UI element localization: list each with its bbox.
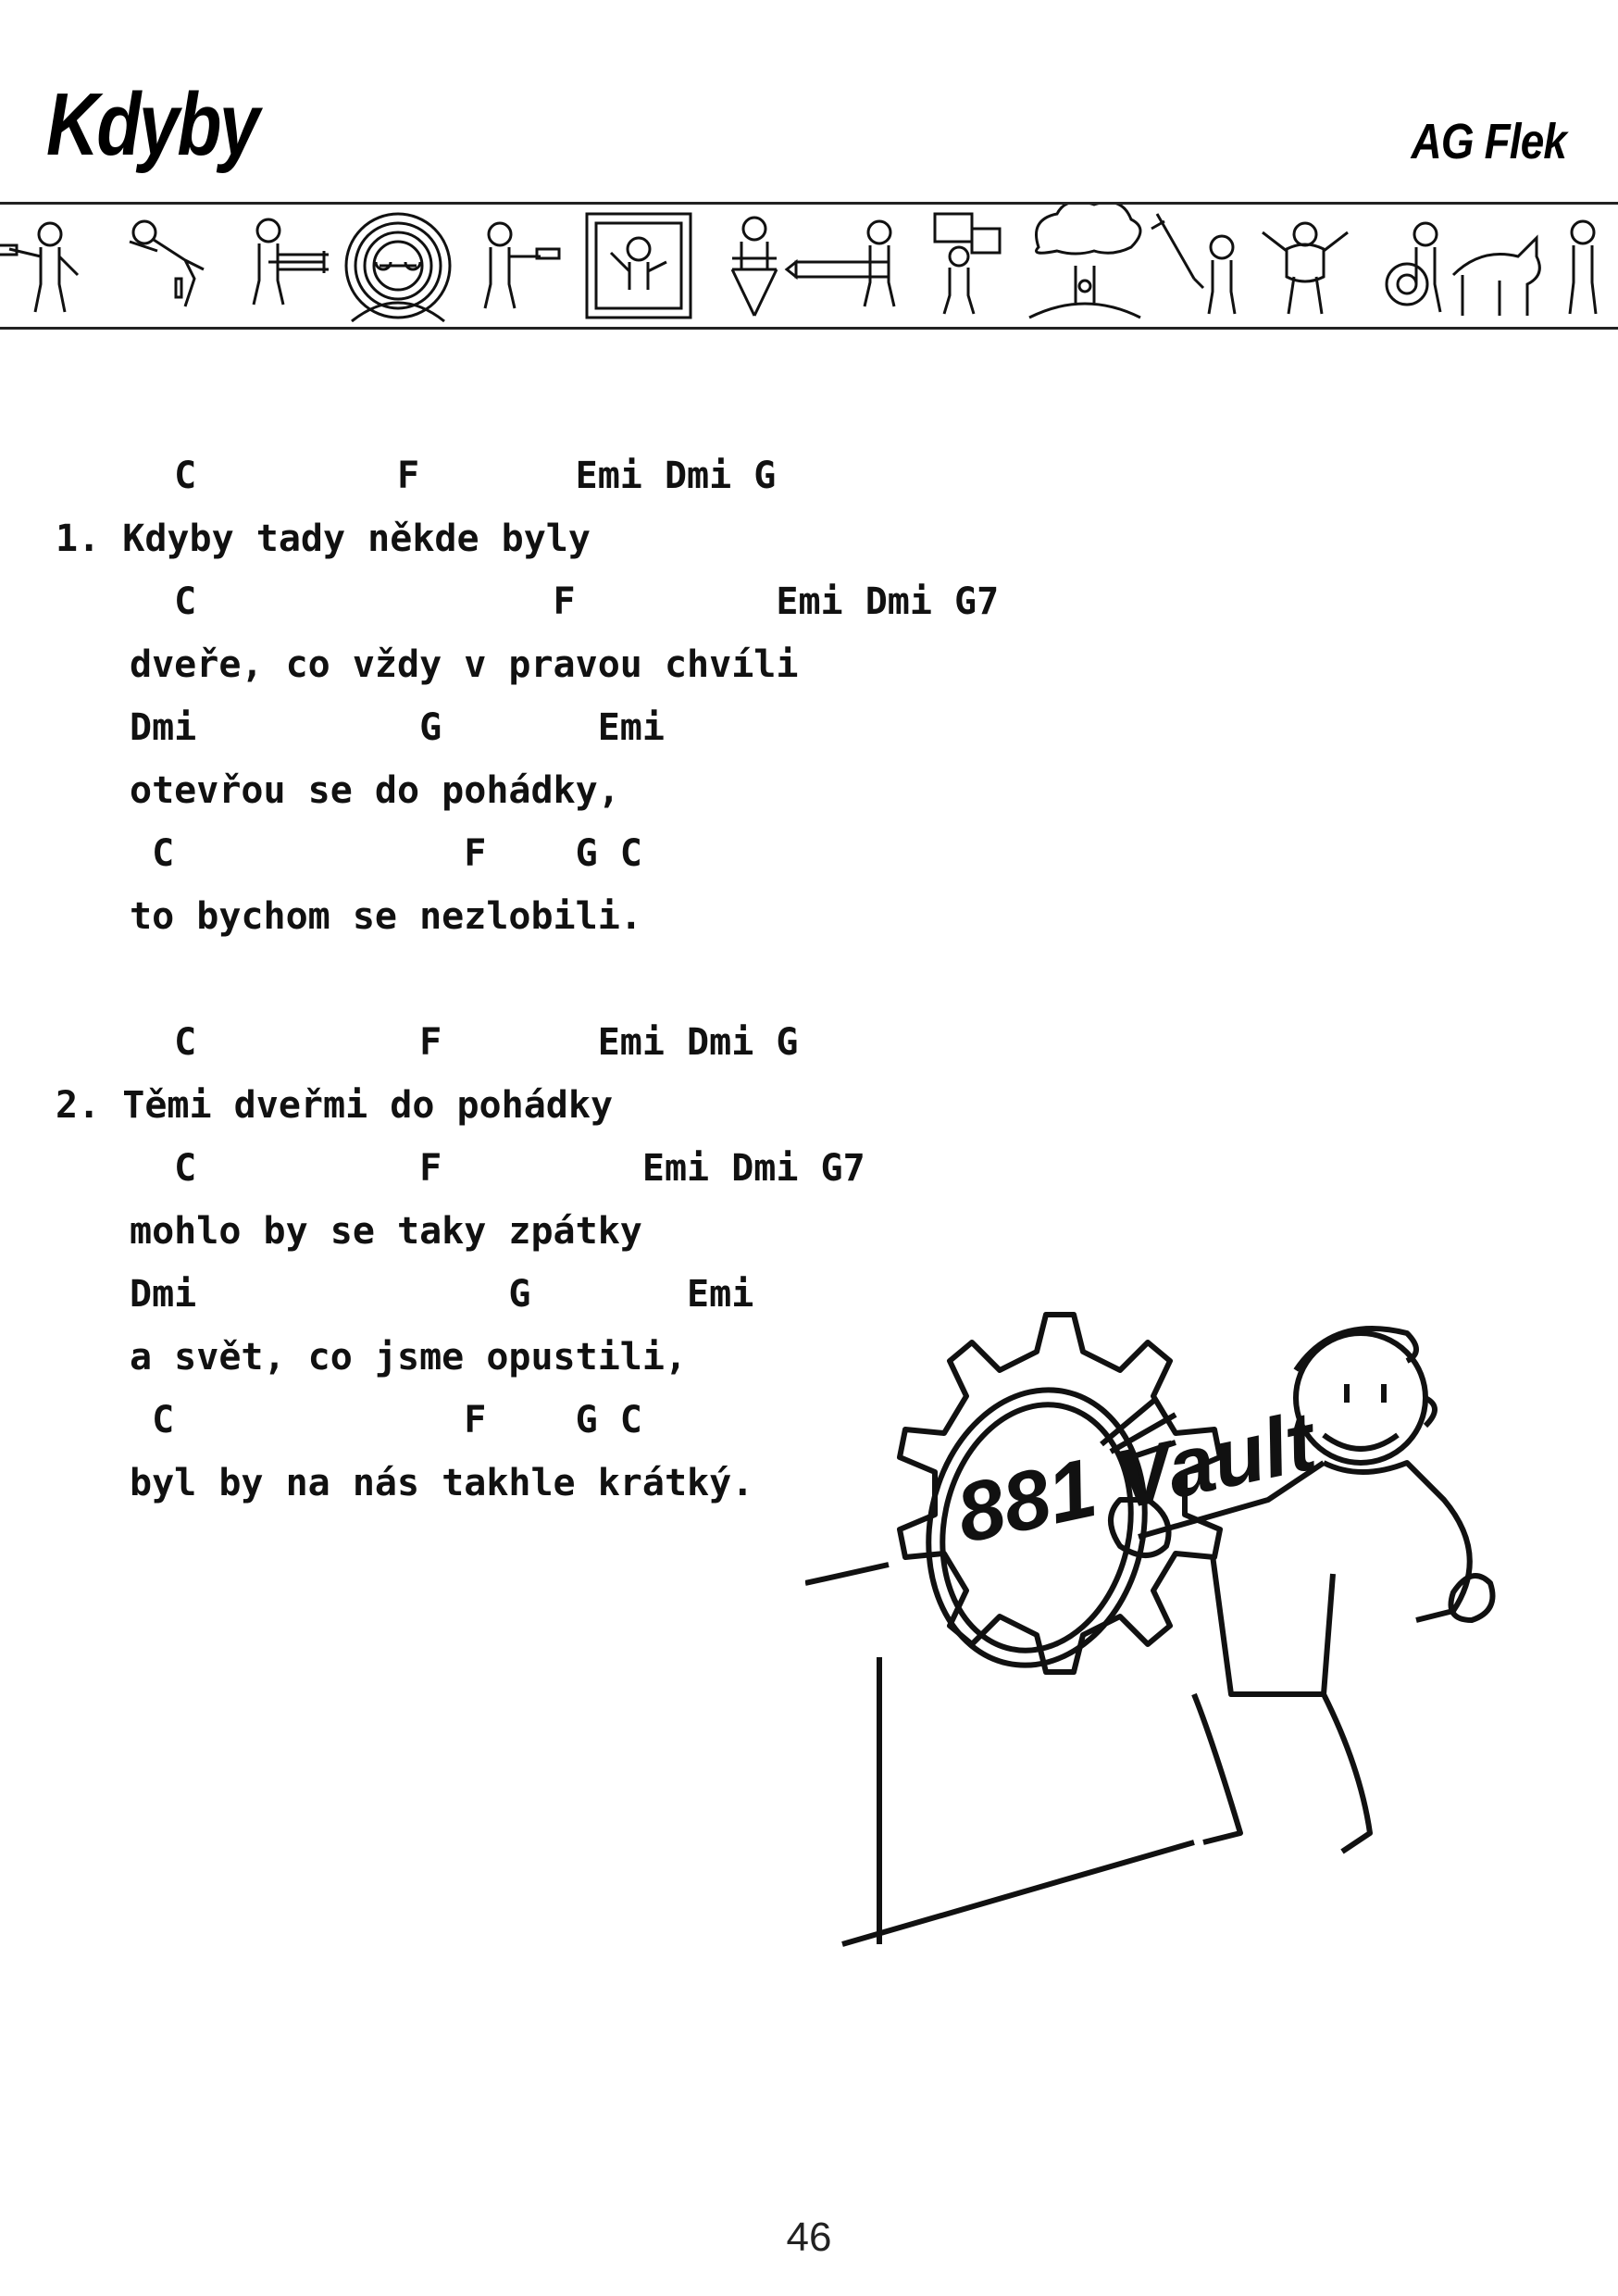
vault-boy-illustration: 881 Vault [804,1296,1555,1966]
vault-boy-gatling-icon [252,218,329,306]
vault-boy-graphic: 881 Vault [804,1312,1496,1947]
lyric-line: 1. Kdyby tady někde byly [56,518,591,560]
lyric-line: otevřou se do pohádky, [130,769,620,812]
chord-line: C F Emi Dmi G [130,455,777,497]
lyric-line: to bychom se nezlobili. [130,895,642,938]
vault-boy-goggles-icon [344,212,452,323]
chord-line: C F G C [130,1399,642,1441]
vault-boy-framed-icon [585,212,692,319]
vault-boy-crates-icon [933,212,1002,315]
vault-boy-pistol-icon [0,221,80,313]
vault-boy-sword-icon [1151,213,1237,315]
chord-line: C F Emi Dmi G7 [130,1147,865,1190]
page-number: 46 [786,2215,832,2260]
lyric-line: a svět, co jsme opustili, [130,1336,688,1379]
lyric-line: dveře, co vždy v pravou chvíli [130,643,799,686]
lyric-line: 2. Těmi dveřmi do pohádky [56,1084,614,1127]
artist-name: AG Flek [1411,114,1566,169]
mushroom-cloud-icon [1028,205,1142,319]
vault-boy-dog-icon [1451,219,1598,316]
chord-line: C F Emi Dmi G7 [130,580,1000,623]
lyric-line: mohlo by se taky zpátky [130,1210,642,1253]
chord-line: C F Emi Dmi G [130,1021,799,1064]
vault-boy-revolver-icon [483,221,561,309]
vault-boy-strongman-icon [1262,221,1349,315]
lyric-line: byl by na nás takhle krátký. [130,1462,754,1504]
chord-line: C F G C [130,832,642,875]
vault-boy-director-chair-icon [730,216,778,317]
vault-boy-wheel-icon [1385,221,1442,313]
icon-strip [0,202,1618,330]
chord-line: Dmi G Emi [130,1273,754,1316]
icon-strip-graphics [0,205,1598,323]
vault-boy-lying-icon [129,219,205,307]
vault-boy-launcher-icon [784,219,896,307]
song-title: Kdyby [46,75,260,174]
chord-line: Dmi G Emi [130,706,665,749]
